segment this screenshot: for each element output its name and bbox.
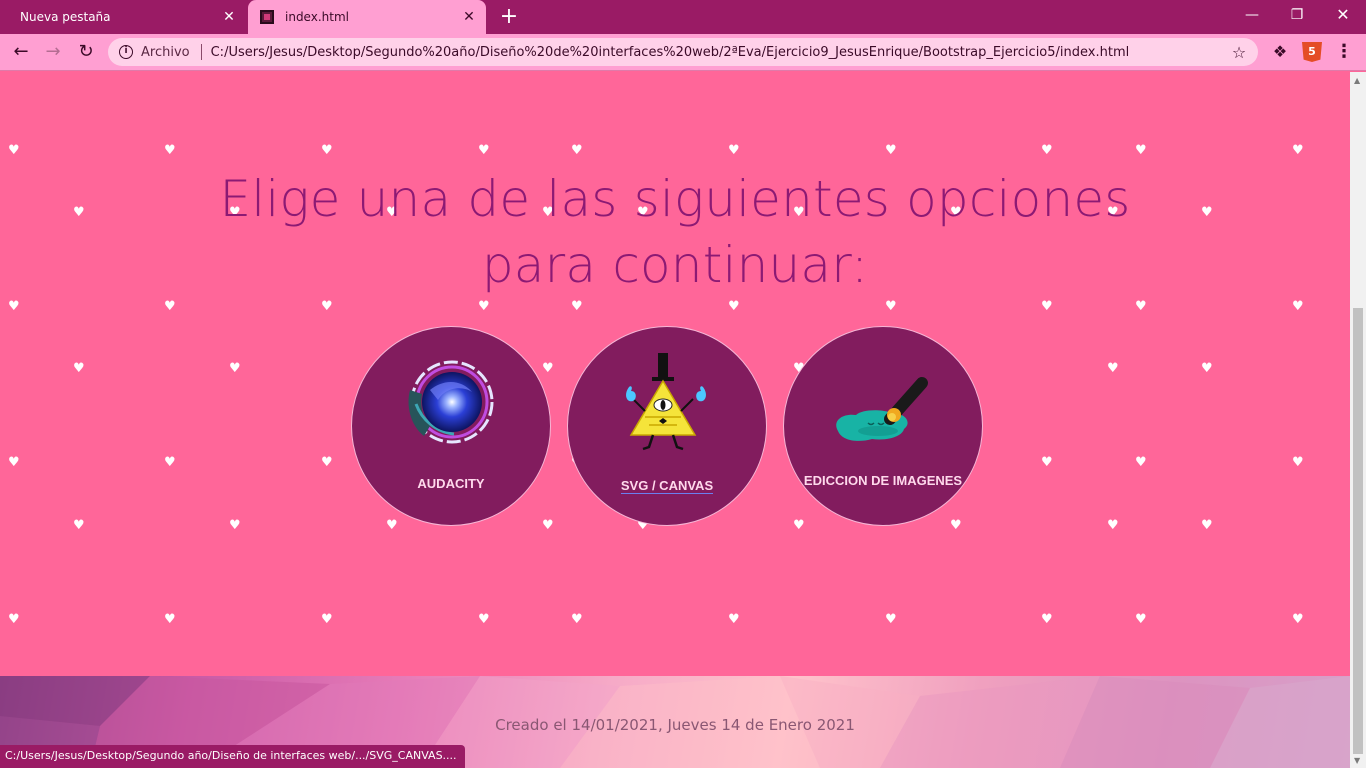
heart-icon: ♥ (386, 518, 398, 533)
info-icon[interactable]: i (119, 45, 133, 59)
heart-icon: ♥ (321, 455, 333, 470)
scroll-down-arrow-icon[interactable]: ▼ (1354, 756, 1360, 765)
heart-icon: ♥ (885, 143, 897, 158)
tab-strip: Nueva pestaña ✕ index.html ✕ + — ❐ ✕ (0, 0, 1366, 34)
bill-cipher-icon (626, 353, 706, 451)
page-heading: Elige una de las siguientes opciones par… (219, 170, 1131, 294)
heart-icon: ♥ (1135, 455, 1147, 470)
heart-icon: ♥ (1107, 361, 1119, 376)
heart-icon: ♥ (229, 518, 241, 533)
audacity-orb-icon (408, 360, 494, 444)
heart-icon: ♥ (728, 299, 740, 314)
heart-icon: ♥ (1292, 299, 1304, 314)
heart-icon: ♥ (950, 518, 962, 533)
heart-icon: ♥ (321, 143, 333, 158)
heart-icon: ♥ (321, 299, 333, 314)
heart-icon: ♥ (164, 299, 176, 314)
heart-icon: ♥ (1201, 205, 1213, 220)
site-label: Archivo (141, 44, 190, 60)
star-icon[interactable]: ☆ (1228, 43, 1250, 62)
heart-icon: ♥ (1107, 518, 1119, 533)
option-label: SVG / CANVAS (568, 478, 766, 494)
url-text[interactable]: C:/Users/Jesus/Desktop/Segundo%20año/Dis… (211, 45, 1228, 60)
heart-icon: ♥ (229, 361, 241, 376)
heart-icon: ♥ (8, 455, 20, 470)
address-bar[interactable]: i Archivo C:/Users/Jesus/Desktop/Segundo… (108, 38, 1258, 66)
heart-icon: ♥ (1292, 612, 1304, 627)
heart-icon: ♥ (8, 299, 20, 314)
heart-icon: ♥ (478, 612, 490, 627)
heart-icon: ♥ (1201, 361, 1213, 376)
heart-icon: ♥ (728, 143, 740, 158)
heart-icon: ♥ (1135, 612, 1147, 627)
favicon-icon (260, 10, 274, 24)
new-tab-button[interactable]: + (498, 4, 520, 30)
page-viewport: ♥ ♥ ♥ ♥ ♥ ♥ ♥ ♥ ♥ ♥ ♥ ♥ ♥ ♥ ♥ ♥ ♥ ♥ ♥ ♥ ♥ ♥ ♥ ♥ ♥ ♥ ♥ ♥ ♥ ♥ ♥ ♥ ♥ ♥ ♥ ♥ ♥ ♥ ♥ ♥… (0, 72, 1350, 768)
heart-icon: ♥ (1201, 518, 1213, 533)
scrollbar-thumb[interactable] (1353, 308, 1363, 754)
heart-icon: ♥ (542, 518, 554, 533)
minimize-icon[interactable]: — (1229, 0, 1275, 32)
heart-icon: ♥ (571, 299, 583, 314)
tab-title: Nueva pestaña (20, 10, 111, 24)
tab-new-tab[interactable]: Nueva pestaña ✕ (0, 0, 246, 34)
heart-icon: ♥ (164, 612, 176, 627)
heart-icon: ♥ (8, 143, 20, 158)
option-svg-canvas[interactable]: SVG / CANVAS (567, 326, 767, 526)
heart-icon: ♥ (542, 361, 554, 376)
heart-icon: ♥ (1292, 455, 1304, 470)
heart-icon: ♥ (8, 612, 20, 627)
tab-index-html[interactable]: index.html ✕ (248, 0, 486, 34)
tab-title: index.html (285, 10, 349, 24)
heart-icon: ♥ (478, 299, 490, 314)
heart-icon: ♥ (1041, 455, 1053, 470)
heart-icon: ♥ (321, 612, 333, 627)
heart-icon: ♥ (73, 361, 85, 376)
heart-icon: ♥ (1292, 143, 1304, 158)
link-status-bubble: C:/Users/Jesus/Desktop/Segundo año/Diseñ… (0, 745, 465, 768)
heart-icon: ♥ (885, 299, 897, 314)
heart-icon: ♥ (164, 143, 176, 158)
heart-icon: ♥ (1041, 612, 1053, 627)
forward-arrow-icon[interactable]: → (40, 39, 66, 65)
option-label: AUDACITY (417, 476, 485, 491)
close-icon[interactable]: ✕ (460, 8, 478, 26)
heart-icon: ♥ (1135, 299, 1147, 314)
close-icon[interactable]: ✕ (220, 8, 238, 26)
browser-toolbar: ← → ↻ i Archivo C:/Users/Jesus/Desktop/S… (0, 34, 1366, 71)
more-menu-icon[interactable]: ⋮ (1334, 40, 1354, 64)
heart-icon: ♥ (728, 612, 740, 627)
option-edicion-imagenes[interactable]: EDICCION DE IMAGENES (783, 326, 983, 526)
heart-icon: ♥ (1041, 299, 1053, 314)
option-audacity[interactable]: AUDACITY (351, 326, 551, 526)
paint-brush-icon (836, 377, 928, 441)
page-scrollbar[interactable]: ▲ ▼ (1350, 72, 1366, 768)
back-arrow-icon[interactable]: ← (8, 39, 34, 65)
heart-icon: ♥ (571, 612, 583, 627)
heart-icon: ♥ (478, 143, 490, 158)
heart-icon: ♥ (1135, 143, 1147, 158)
heart-icon: ♥ (1041, 143, 1053, 158)
html5-extension-icon[interactable]: 5 (1302, 42, 1322, 62)
reload-icon[interactable]: ↻ (73, 39, 99, 65)
heart-icon: ♥ (885, 612, 897, 627)
option-label: EDICCION DE IMAGENES (803, 473, 963, 488)
heart-icon: ♥ (73, 205, 85, 220)
window-close-icon[interactable]: ✕ (1320, 0, 1366, 32)
heart-icon: ♥ (571, 143, 583, 158)
heart-icon: ♥ (164, 455, 176, 470)
heart-icon: ♥ (793, 518, 805, 533)
footer-created-text: Creado el 14/01/2021, Jueves 14 de Enero… (495, 716, 855, 734)
heart-icon: ♥ (73, 518, 85, 533)
restore-icon[interactable]: ❐ (1274, 0, 1320, 32)
option-label-text: SVG / CANVAS (620, 478, 714, 494)
scroll-up-arrow-icon[interactable]: ▲ (1354, 76, 1360, 85)
omnibox-divider (200, 44, 202, 60)
extensions-puzzle-icon[interactable]: ❖ (1268, 40, 1292, 64)
